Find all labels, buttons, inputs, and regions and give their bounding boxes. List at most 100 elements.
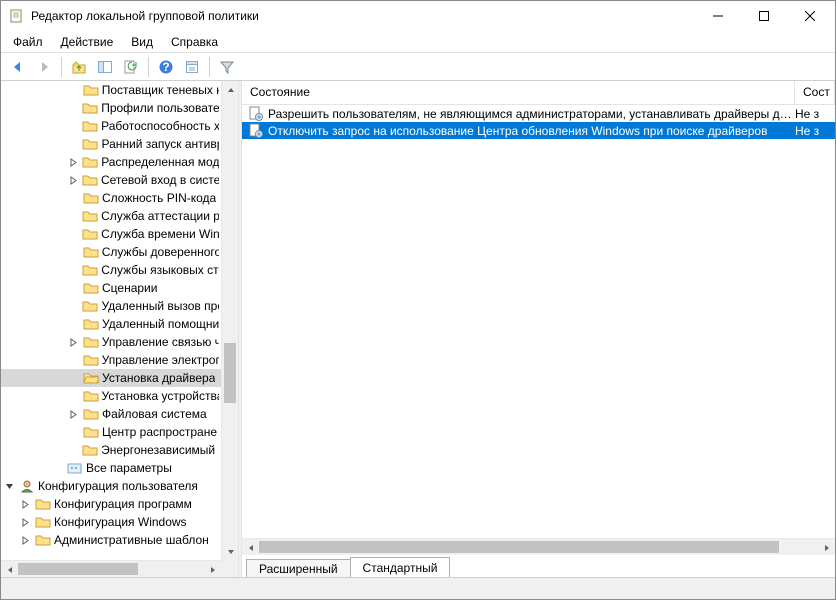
folder-icon	[83, 389, 99, 403]
column-header-status[interactable]: Сост	[795, 81, 835, 104]
menu-help[interactable]: Справка	[163, 33, 226, 51]
chevron-down-icon[interactable]	[5, 482, 19, 491]
scroll-right-button[interactable]	[204, 561, 221, 577]
tree-item[interactable]: Файловая система	[1, 405, 221, 423]
filter-button[interactable]	[216, 56, 238, 78]
column-header-state[interactable]: Состояние	[242, 81, 795, 104]
tree-item[interactable]: Службы языковых ста	[1, 261, 221, 279]
details-hscrollbar[interactable]	[242, 538, 835, 555]
tree-view[interactable]: Поставщик теневых к Профили пользовател Ра…	[1, 81, 238, 577]
tree-item-label: Удаленный помощни	[102, 317, 219, 331]
folder-icon	[35, 515, 51, 529]
tree-item[interactable]: Удаленный помощни	[1, 315, 221, 333]
tree-item[interactable]: Сетевой вход в систем	[1, 171, 221, 189]
chevron-right-icon[interactable]	[69, 410, 83, 419]
list-item[interactable]: Отключить запрос на использование Центра…	[242, 122, 835, 139]
tree-item[interactable]: Административные шаблон	[1, 531, 221, 549]
scroll-left-button[interactable]	[242, 539, 259, 556]
chevron-right-icon[interactable]	[21, 518, 35, 527]
tree-item[interactable]: Энергонезависимый м	[1, 441, 221, 459]
scroll-track[interactable]	[18, 561, 204, 577]
tree-item[interactable]: Поставщик теневых к	[1, 81, 221, 99]
list-item[interactable]: Разрешить пользователям, не являющимся а…	[242, 105, 835, 122]
scroll-thumb[interactable]	[18, 563, 138, 575]
tab-extended[interactable]: Расширенный	[246, 559, 351, 577]
scroll-thumb[interactable]	[224, 343, 236, 403]
folder-icon	[82, 299, 98, 313]
scroll-right-button[interactable]	[818, 539, 835, 556]
tree-item[interactable]: Конфигурация пользователя	[1, 477, 221, 495]
list-body[interactable]: Разрешить пользователям, не являющимся а…	[242, 105, 835, 538]
help-button[interactable]: ?	[155, 56, 177, 78]
scroll-left-button[interactable]	[1, 561, 18, 577]
tree-item[interactable]: Сложность PIN-кода	[1, 189, 221, 207]
chevron-right-icon[interactable]	[69, 338, 83, 347]
list-item-status: Не з	[795, 124, 835, 138]
tree-item[interactable]: Ранний запуск антивр	[1, 135, 221, 153]
tree-item-label: Удаленный вызов про	[101, 299, 219, 313]
tree-item[interactable]: Удаленный вызов про	[1, 297, 221, 315]
tree-item[interactable]: Управление связью ч	[1, 333, 221, 351]
scroll-thumb[interactable]	[259, 541, 779, 553]
tree-item[interactable]: Установка драйвера	[1, 369, 221, 387]
tree-item[interactable]: Профили пользовател	[1, 99, 221, 117]
scroll-track[interactable]	[222, 98, 238, 543]
menu-view[interactable]: Вид	[123, 33, 161, 51]
folder-icon	[82, 443, 98, 457]
titlebar[interactable]: Редактор локальной групповой политики	[1, 1, 835, 31]
all-settings-icon	[67, 461, 83, 475]
folder-icon	[83, 407, 99, 421]
folder-icon	[83, 83, 99, 97]
tree-item-label: Работоспособность хр	[101, 119, 219, 133]
tree-item-label: Служба аттестации ра	[101, 209, 219, 223]
folder-icon	[82, 209, 98, 223]
window-title: Редактор локальной групповой политики	[31, 9, 695, 23]
window-controls	[695, 1, 833, 31]
properties-button[interactable]	[181, 56, 203, 78]
back-button[interactable]	[7, 56, 29, 78]
tree-item[interactable]: Службы доверенного	[1, 243, 221, 261]
chevron-right-icon[interactable]	[69, 158, 82, 167]
up-folder-button[interactable]	[68, 56, 90, 78]
refresh-button[interactable]	[120, 56, 142, 78]
scroll-up-button[interactable]	[222, 81, 238, 98]
tree-item[interactable]: Работоспособность хр	[1, 117, 221, 135]
tree-item[interactable]: Конфигурация программ	[1, 495, 221, 513]
folder-icon	[82, 155, 98, 169]
tree-hscrollbar[interactable]	[1, 560, 221, 577]
tree-item-label: Центр распростране	[102, 425, 217, 439]
scroll-down-button[interactable]	[222, 543, 238, 560]
tree-item-label: Распределенная моде	[101, 155, 219, 169]
chevron-right-icon[interactable]	[21, 500, 35, 509]
folder-icon	[82, 227, 98, 241]
folder-icon	[83, 191, 99, 205]
menu-file[interactable]: Файл	[5, 33, 51, 51]
scroll-track[interactable]	[259, 539, 818, 555]
tree-item[interactable]: Все параметры	[1, 459, 221, 477]
tab-standard[interactable]: Стандартный	[350, 557, 451, 577]
tree-item[interactable]: Служба времени Wind	[1, 225, 221, 243]
menu-action[interactable]: Действие	[53, 33, 122, 51]
tree-item-label: Профили пользовател	[101, 101, 219, 115]
forward-button[interactable]	[33, 56, 55, 78]
show-hide-tree-button[interactable]	[94, 56, 116, 78]
tree-item[interactable]: Служба аттестации ра	[1, 207, 221, 225]
close-button[interactable]	[787, 1, 833, 31]
tree-item[interactable]: Конфигурация Windows	[1, 513, 221, 531]
tree-item[interactable]: Сценарии	[1, 279, 221, 297]
chevron-right-icon[interactable]	[21, 536, 35, 545]
tree-item[interactable]: Распределенная моде	[1, 153, 221, 171]
folder-icon	[82, 263, 98, 277]
tree-vscrollbar[interactable]	[221, 81, 238, 560]
tree-item[interactable]: Управление электроп	[1, 351, 221, 369]
tree-item[interactable]: Установка устройства	[1, 387, 221, 405]
tree-item[interactable]: Центр распростране	[1, 423, 221, 441]
folder-icon	[83, 245, 99, 259]
tree-item-label: Энергонезависимый м	[101, 443, 219, 457]
tree-item-label: Установка драйвера	[102, 371, 215, 385]
maximize-button[interactable]	[741, 1, 787, 31]
minimize-button[interactable]	[695, 1, 741, 31]
tree-item-label: Файловая система	[102, 407, 207, 421]
statusbar	[1, 577, 835, 599]
chevron-right-icon[interactable]	[69, 176, 82, 185]
